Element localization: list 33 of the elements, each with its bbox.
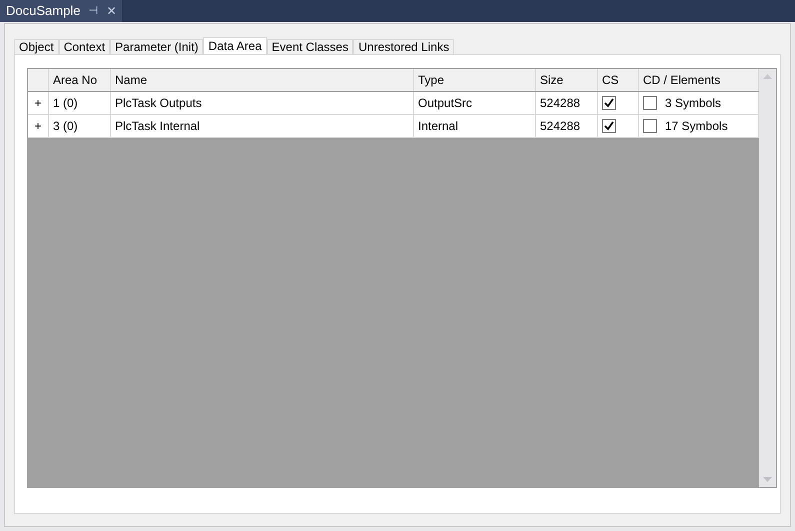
table-cell: 3 (0): [49, 115, 111, 137]
tab[interactable]: Parameter (Init): [110, 39, 204, 55]
checkmark-icon: [604, 98, 614, 108]
elements-text: 17 Symbols: [665, 118, 728, 135]
table-cell: PlcTask Internal: [111, 115, 414, 137]
pin-button[interactable]: ⊣: [88, 2, 98, 20]
checkbox[interactable]: [643, 96, 657, 110]
table-cell: 1 (0): [49, 92, 111, 114]
table-cell: Internal: [414, 115, 536, 137]
column-header[interactable]: CS: [598, 69, 639, 91]
column-header[interactable]: Size: [536, 69, 598, 91]
tab[interactable]: Object: [14, 39, 59, 55]
table-cell: 524288: [536, 115, 598, 137]
checkbox[interactable]: [602, 119, 616, 133]
document-tab[interactable]: DocuSample ⊣ ✕: [0, 0, 122, 22]
column-header[interactable]: Area No: [49, 69, 111, 91]
table-cell: 524288: [536, 92, 598, 114]
close-button[interactable]: ✕: [106, 2, 116, 20]
tab[interactable]: Unrestored Links: [353, 39, 454, 55]
document-title: DocuSample: [6, 2, 80, 20]
tab[interactable]: Context: [58, 39, 110, 55]
checkbox[interactable]: [643, 119, 657, 133]
column-header[interactable]: Name: [111, 69, 414, 91]
tab[interactable]: Event Classes: [266, 39, 354, 55]
elements-text: 3 Symbols: [665, 95, 722, 112]
expand-button[interactable]: +: [28, 115, 49, 137]
table-cell: OutputSrc: [414, 92, 536, 114]
tab[interactable]: Data Area: [203, 37, 267, 55]
expand-button[interactable]: +: [28, 92, 49, 114]
column-header[interactable]: Type: [414, 69, 536, 91]
checkmark-icon: [604, 121, 614, 131]
table-cell: PlcTask Outputs: [111, 92, 414, 114]
checkbox[interactable]: [602, 96, 616, 110]
